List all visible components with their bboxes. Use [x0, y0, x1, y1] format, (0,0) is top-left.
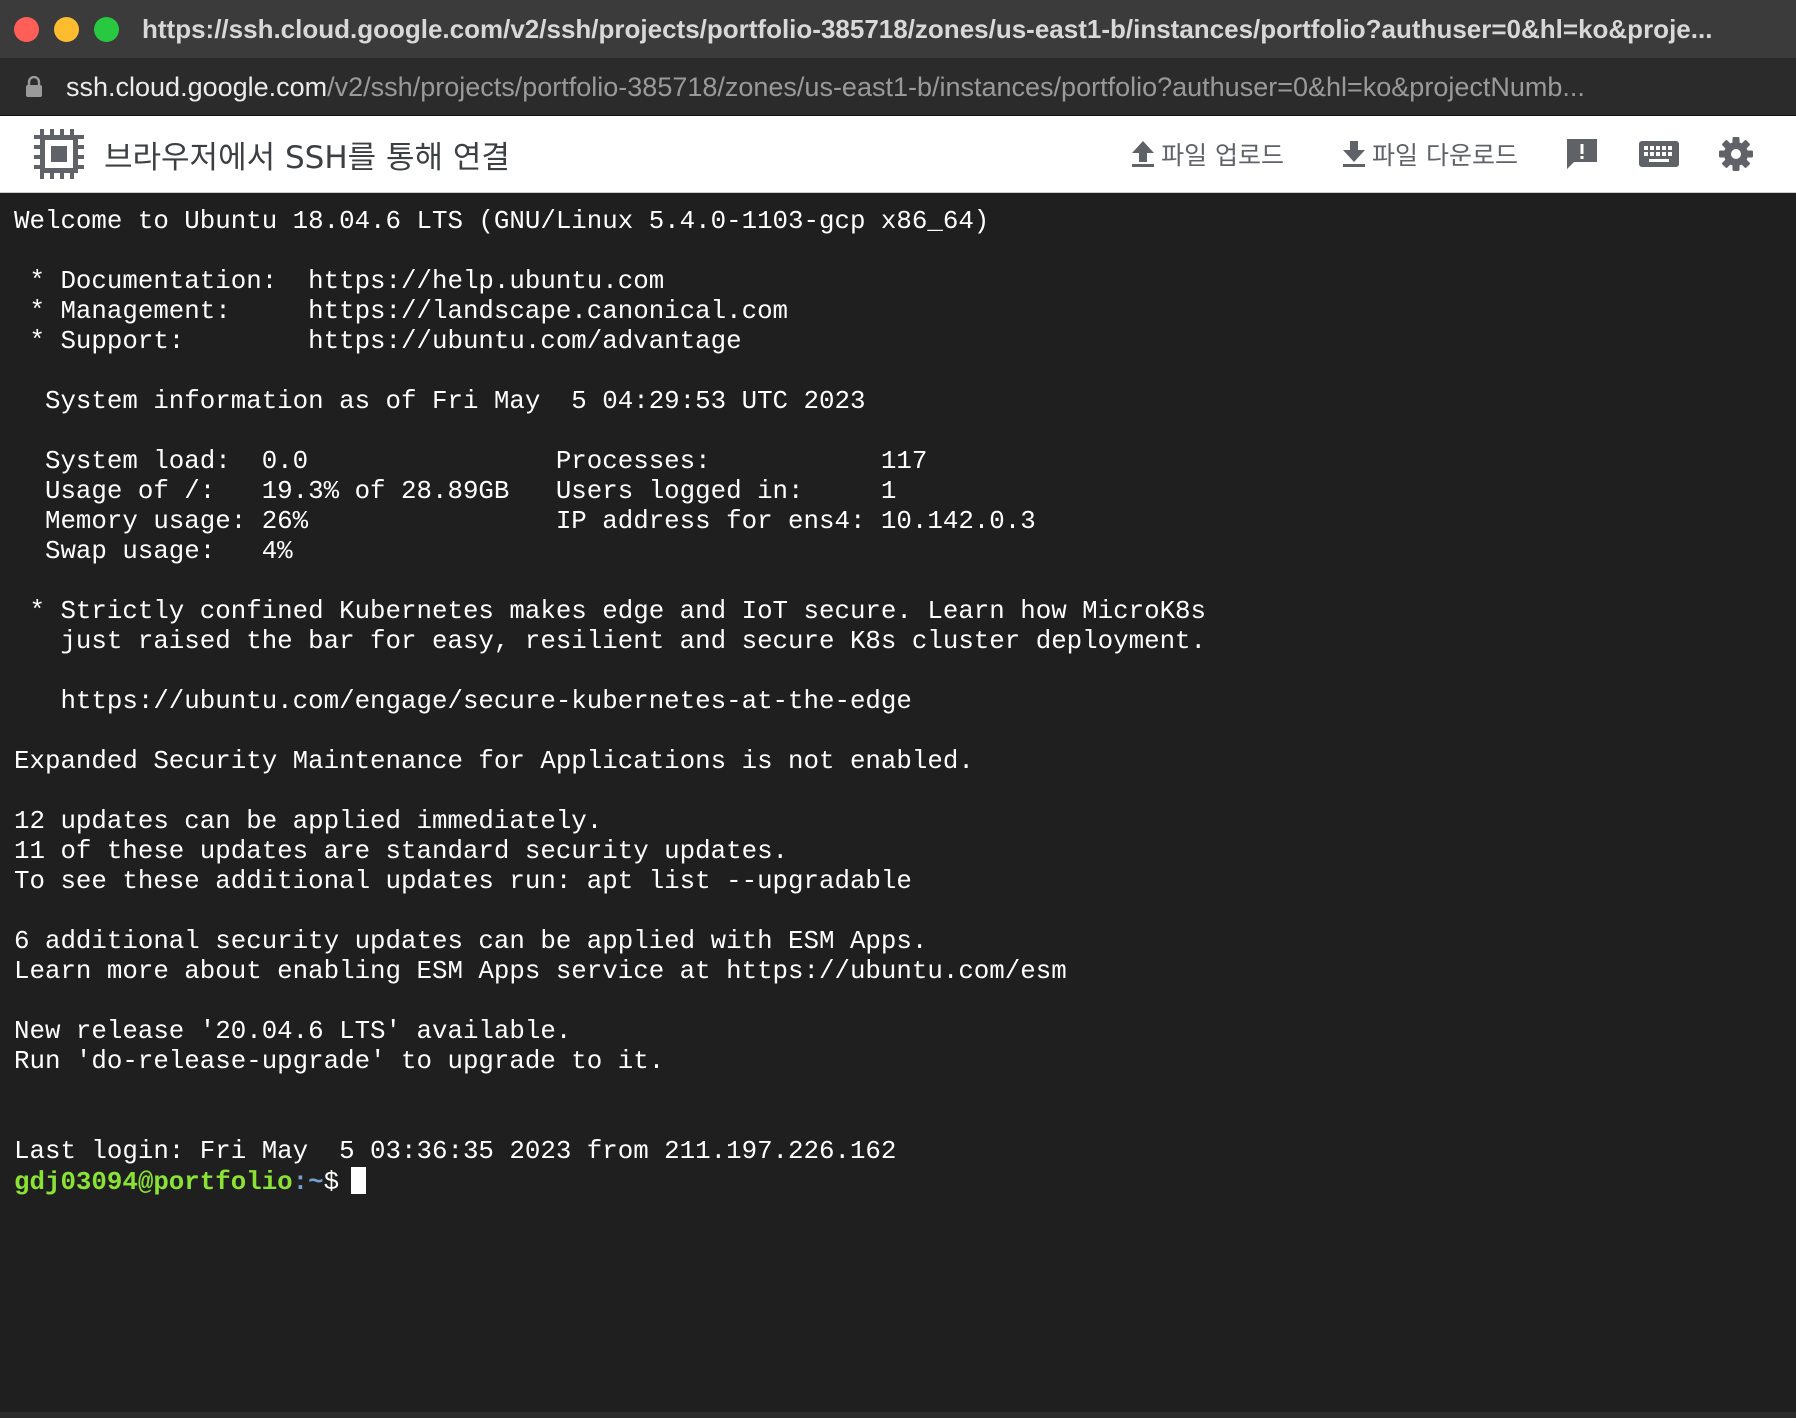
- terminal-prompt-line[interactable]: gdj03094@portfolio:~$: [14, 1167, 1796, 1197]
- browser-window: https://ssh.cloud.google.com/v2/ssh/proj…: [0, 0, 1796, 1418]
- download-icon: [1343, 141, 1366, 167]
- settings-button[interactable]: [1716, 134, 1756, 174]
- terminal[interactable]: Welcome to Ubuntu 18.04.6 LTS (GNU/Linux…: [0, 193, 1796, 1418]
- terminal-line: Memory usage: 26% IP address for ens4: 1…: [14, 507, 1036, 536]
- terminal-line: 11 of these updates are standard securit…: [14, 837, 789, 866]
- terminal-line: To see these additional updates run: apt…: [14, 867, 912, 896]
- ssh-toolbar: 브라우저에서 SSH를 통해 연결 파일 업로드 파일 다운로드: [0, 116, 1796, 193]
- prompt-user: gdj03094@portfolio: [14, 1168, 293, 1197]
- keyboard-button[interactable]: [1636, 134, 1682, 174]
- terminal-line: System information as of Fri May 5 04:29…: [14, 387, 866, 416]
- terminal-line: New release '20.04.6 LTS' available.: [14, 1017, 572, 1046]
- feedback-button[interactable]: [1562, 134, 1602, 174]
- upload-file-label: 파일 업로드: [1161, 141, 1285, 170]
- lock-icon: [26, 76, 42, 97]
- terminal-line: https://ubuntu.com/engage/secure-kuberne…: [14, 687, 912, 716]
- download-file-label: 파일 다운로드: [1372, 141, 1518, 170]
- url-host: ssh.cloud.google.com: [66, 71, 328, 102]
- terminal-line: Last login: Fri May 5 03:36:35 2023 from…: [14, 1137, 897, 1166]
- terminal-line: Welcome to Ubuntu 18.04.6 LTS (GNU/Linux…: [14, 207, 990, 236]
- terminal-line: * Strictly confined Kubernetes makes edg…: [14, 597, 1207, 626]
- zoom-window-button[interactable]: [94, 16, 119, 42]
- terminal-line: 6 additional security updates can be app…: [14, 927, 928, 956]
- address-bar[interactable]: ssh.cloud.google.com/v2/ssh/projects/por…: [0, 59, 1796, 116]
- minimize-window-button[interactable]: [54, 16, 79, 42]
- url-text[interactable]: ssh.cloud.google.com/v2/ssh/projects/por…: [66, 72, 1766, 103]
- keyboard-icon: [1639, 141, 1679, 167]
- terminal-line: System load: 0.0 Processes: 117: [14, 447, 928, 476]
- window-bottom-edge: [0, 1412, 1796, 1418]
- feedback-icon: [1567, 139, 1597, 169]
- upload-icon: [1132, 141, 1155, 167]
- terminal-line: * Support: https://ubuntu.com/advantage: [14, 327, 742, 356]
- toolbar-actions: 파일 업로드 파일 다운로드: [1129, 116, 1796, 192]
- terminal-line: Run 'do-release-upgrade' to upgrade to i…: [14, 1047, 665, 1076]
- window-controls: [14, 16, 134, 42]
- download-file-button[interactable]: 파일 다운로드: [1340, 136, 1518, 172]
- chip-icon: [34, 129, 84, 179]
- terminal-output: Welcome to Ubuntu 18.04.6 LTS (GNU/Linux…: [14, 207, 1796, 1167]
- url-path: /v2/ssh/projects/portfolio-385718/zones/…: [327, 71, 1585, 102]
- terminal-line: just raised the bar for easy, resilient …: [14, 627, 1207, 656]
- terminal-line: Expanded Security Maintenance for Applic…: [14, 747, 974, 776]
- window-title: https://ssh.cloud.google.com/v2/ssh/proj…: [142, 13, 1713, 44]
- terminal-line: Learn more about enabling ESM Apps servi…: [14, 957, 1067, 986]
- close-window-button[interactable]: [14, 16, 39, 42]
- gear-icon: [1719, 137, 1753, 171]
- prompt-symbol: $: [323, 1168, 340, 1197]
- terminal-line: 12 updates can be applied immediately.: [14, 807, 603, 836]
- title-bar: https://ssh.cloud.google.com/v2/ssh/proj…: [0, 0, 1796, 59]
- terminal-line: * Documentation: https://help.ubuntu.com: [14, 267, 665, 296]
- toolbar-title: 브라우저에서 SSH를 통해 연결: [104, 139, 510, 176]
- upload-file-button[interactable]: 파일 업로드: [1129, 136, 1284, 172]
- terminal-line: Swap usage: 4%: [14, 537, 293, 566]
- terminal-line: * Management: https://landscape.canonica…: [14, 297, 789, 326]
- prompt-path: :~: [292, 1168, 324, 1197]
- terminal-cursor: [351, 1167, 367, 1194]
- terminal-line: Usage of /: 19.3% of 28.89GB Users logge…: [14, 477, 897, 506]
